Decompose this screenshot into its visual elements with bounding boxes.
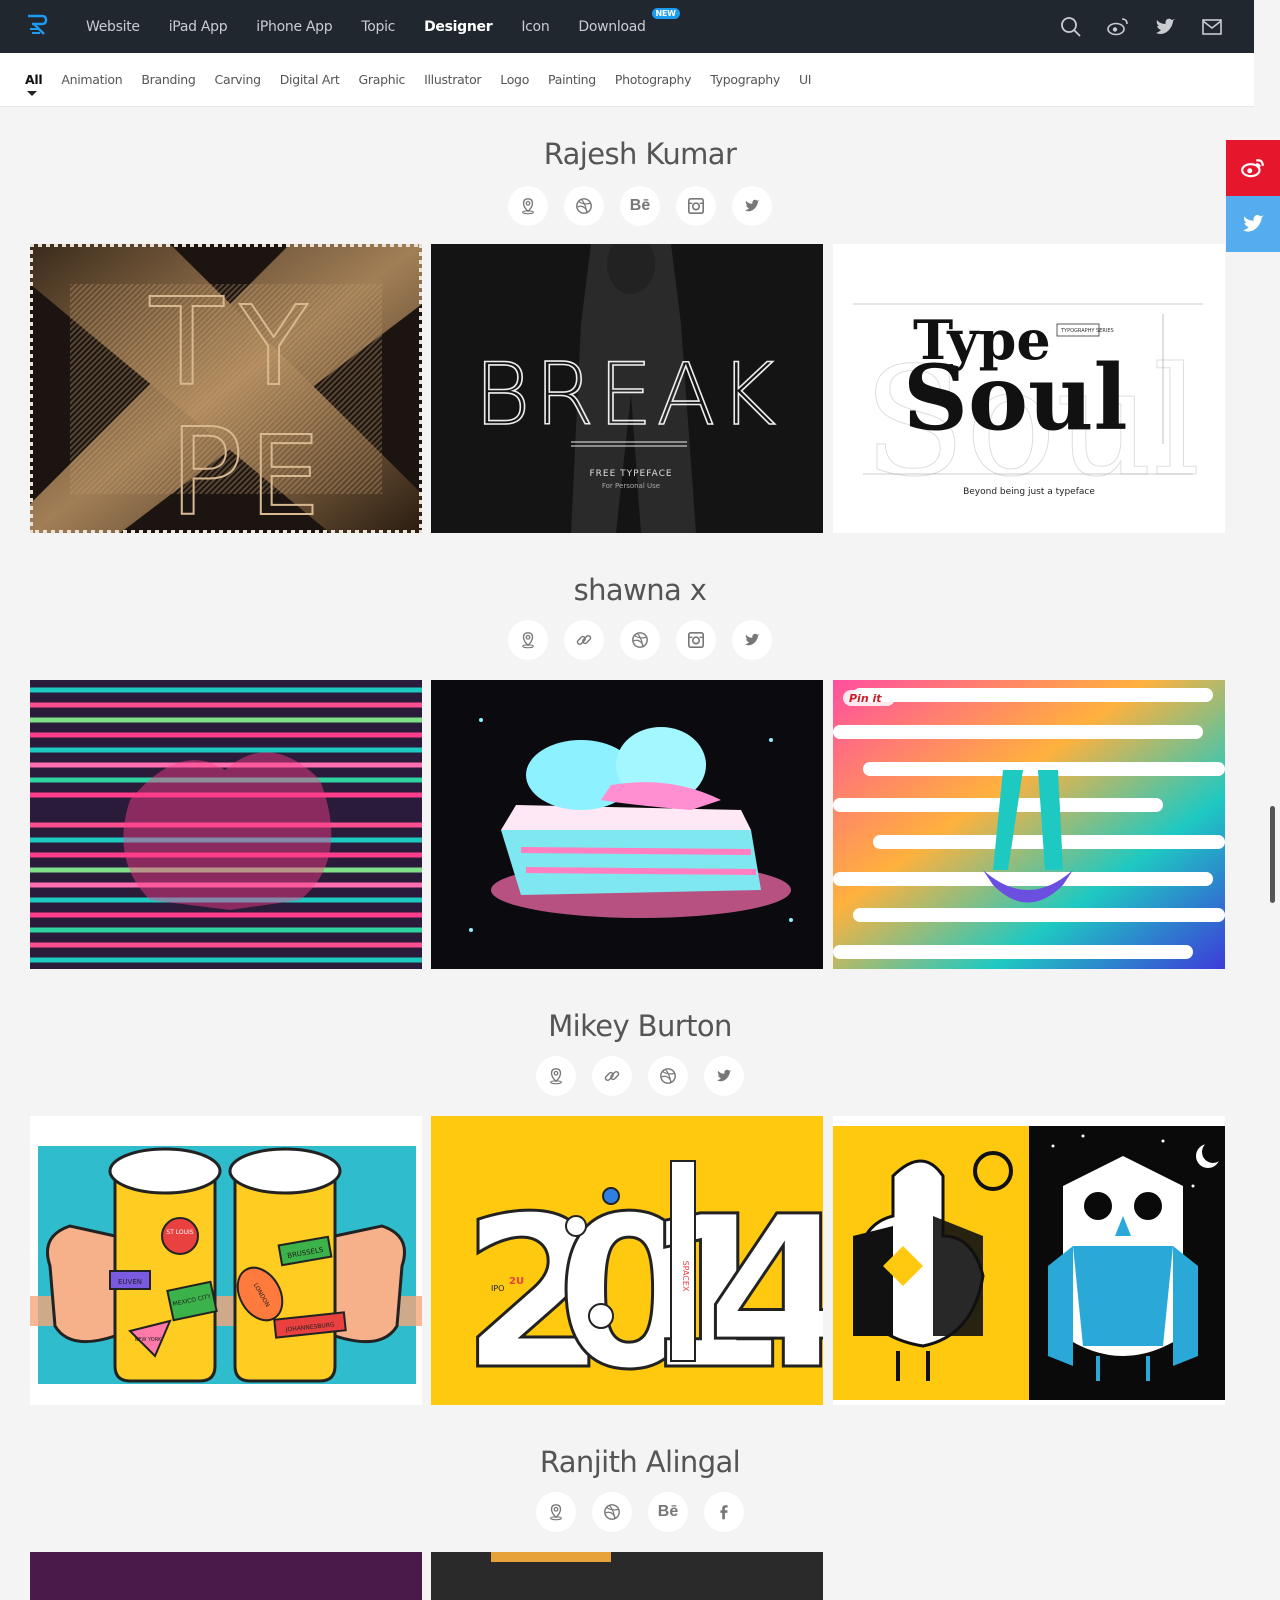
category-ui[interactable]: UI	[799, 72, 812, 87]
category-graphic[interactable]: Graphic	[359, 72, 406, 87]
designer-social-links	[0, 620, 1280, 660]
category-typography[interactable]: Typography	[710, 72, 780, 87]
instagram-icon[interactable]	[676, 620, 716, 660]
letter-y: Y	[239, 282, 308, 410]
location-icon[interactable]	[508, 186, 548, 226]
category-animation[interactable]: Animation	[61, 72, 122, 87]
sticker-euven: EUVEN	[118, 1278, 142, 1286]
swimmer-stripes-artwork: Pin it	[833, 680, 1225, 969]
sticker-new-york: NEW YORK	[135, 1337, 163, 1343]
work-thumbnail[interactable]: Soul Type Soul TYPOGRAPHY SERIES Beyond …	[833, 244, 1225, 533]
facebook-icon[interactable]	[704, 1492, 744, 1532]
dribbble-icon[interactable]	[564, 186, 604, 226]
break-title: BREAK	[474, 345, 780, 445]
2u-label: 2U	[509, 1276, 524, 1287]
designer-name[interactable]: shawna x	[0, 573, 1280, 607]
type-soul-artwork: Soul Type Soul TYPOGRAPHY SERIES Beyond …	[833, 244, 1225, 533]
work-thumbnail[interactable]: BREAK FREE TYPEFACE For Personal Use	[431, 244, 823, 533]
work-thumbnail[interactable]	[30, 680, 422, 969]
link-icon[interactable]	[592, 1056, 632, 1096]
nav-ipad-app[interactable]: iPad App	[169, 19, 228, 35]
letter-p: P	[170, 404, 242, 533]
cake-illustration-artwork	[431, 680, 823, 969]
letter-e: E	[250, 412, 320, 533]
twitter-icon[interactable]	[1153, 15, 1177, 39]
work-thumbnail[interactable]: 2 0 1 4 SPACEX IPO 2U	[431, 1116, 823, 1405]
designer-social-links: Bē	[0, 186, 1280, 226]
break-typeface-artwork: BREAK FREE TYPEFACE For Personal Use	[431, 244, 823, 533]
category-all[interactable]: All	[25, 72, 43, 87]
break-subtitle: FREE TYPEFACE	[589, 469, 672, 479]
behance-icon[interactable]: Bē	[620, 186, 660, 226]
digit-4: 4	[706, 1171, 823, 1405]
nav-topic[interactable]: Topic	[361, 19, 395, 35]
ipo-label: IPO	[491, 1284, 504, 1293]
work-thumbnail[interactable]	[833, 1116, 1225, 1405]
mail-icon[interactable]	[1200, 15, 1224, 39]
soul-word: Soul	[903, 345, 1128, 451]
nav-designer[interactable]: Designer	[424, 19, 493, 35]
main-nav: Website iPad App iPhone App Topic Design…	[86, 0, 680, 53]
nav-download[interactable]: Download NEW	[578, 7, 680, 35]
dribbble-icon[interactable]	[648, 1056, 688, 1096]
beer-mugs-artwork: ST LOUIS BRUSSELS EUVEN MEXICO CITY LOND…	[30, 1116, 422, 1405]
category-logo[interactable]: Logo	[500, 72, 529, 87]
spacex-label: SPACEX	[681, 1261, 690, 1292]
behance-icon[interactable]: Bē	[648, 1492, 688, 1532]
type-artwork: T Y P E	[30, 244, 422, 533]
break-caption: For Personal Use	[602, 482, 660, 490]
category-photography[interactable]: Photography	[615, 72, 692, 87]
twitter-icon[interactable]	[732, 620, 772, 660]
neon-stripes-artwork	[30, 680, 422, 969]
location-icon[interactable]	[536, 1056, 576, 1096]
work-thumbnail[interactable]	[431, 680, 823, 969]
category-digital-art[interactable]: Digital Art	[280, 72, 340, 87]
location-icon[interactable]	[508, 620, 548, 660]
category-branding[interactable]: Branding	[141, 72, 195, 87]
partial-artwork	[431, 1552, 823, 1600]
work-thumbnail[interactable]: ST LOUIS BRUSSELS EUVEN MEXICO CITY LOND…	[30, 1116, 422, 1405]
partial-artwork	[30, 1552, 422, 1600]
work-thumbnail[interactable]	[30, 1552, 422, 1600]
nav-iphone-app[interactable]: iPhone App	[256, 19, 332, 35]
category-bar: All Animation Branding Carving Digital A…	[0, 53, 1254, 107]
dribbble-icon[interactable]	[620, 620, 660, 660]
category-carving[interactable]: Carving	[215, 72, 261, 87]
work-thumbnail[interactable]: T Y P E	[30, 244, 422, 533]
sticker-st-louis: ST LOUIS	[166, 1229, 193, 1236]
new-badge: NEW	[651, 7, 680, 19]
search-icon[interactable]	[1059, 15, 1083, 39]
designer-social-links: Bē	[0, 1492, 1280, 1532]
pin-it-button[interactable]: Pin it	[849, 692, 882, 705]
scrollbar-thumb[interactable]	[1270, 806, 1275, 903]
category-painting[interactable]: Painting	[548, 72, 596, 87]
work-thumbnail[interactable]	[431, 1552, 823, 1600]
twitter-icon[interactable]	[704, 1056, 744, 1096]
location-icon[interactable]	[536, 1492, 576, 1532]
nav-icon[interactable]: Icon	[521, 19, 549, 35]
nav-download-label: Download	[578, 18, 646, 35]
designer-name[interactable]: Ranjith Alingal	[0, 1445, 1280, 1479]
dribbble-icon[interactable]	[592, 1492, 632, 1532]
twitter-icon[interactable]	[732, 186, 772, 226]
top-icons	[1036, 15, 1224, 39]
weibo-icon[interactable]	[1106, 15, 1130, 39]
owl-bird-artwork	[833, 1116, 1225, 1405]
designer-name[interactable]: Rajesh Kumar	[0, 137, 1280, 171]
instagram-icon[interactable]	[676, 186, 716, 226]
year-2014-artwork: 2 0 1 4 SPACEX IPO 2U	[431, 1116, 823, 1405]
designer-social-links	[0, 1056, 1280, 1096]
type-soul-caption: Beyond being just a typeface	[963, 487, 1095, 497]
logo[interactable]	[24, 12, 50, 38]
work-thumbnail[interactable]: Pin it	[833, 680, 1225, 969]
link-icon[interactable]	[564, 620, 604, 660]
letter-t: T	[149, 274, 224, 413]
top-navigation: Website iPad App iPhone App Topic Design…	[0, 0, 1254, 53]
typography-series-label: TYPOGRAPHY SERIES	[1060, 328, 1114, 334]
designer-name[interactable]: Mikey Burton	[0, 1009, 1280, 1043]
nav-website[interactable]: Website	[86, 19, 140, 35]
category-tabs: All Animation Branding Carving Digital A…	[25, 72, 830, 87]
active-category-caret	[27, 91, 37, 96]
category-illustrator[interactable]: Illustrator	[424, 72, 481, 87]
